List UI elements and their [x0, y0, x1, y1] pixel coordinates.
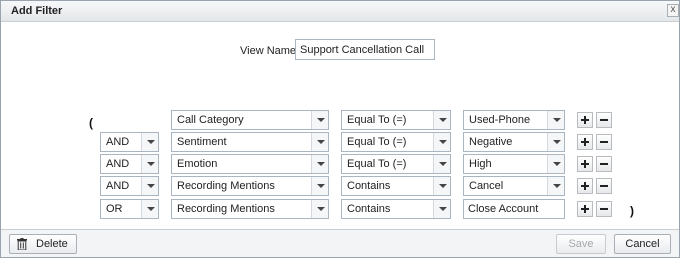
chevron-down-icon — [547, 111, 564, 129]
remove-condition-button[interactable] — [596, 112, 612, 128]
trash-icon — [17, 238, 27, 250]
comparison-select-value: Equal To (=) — [347, 158, 407, 170]
close-paren: ) — [630, 204, 634, 218]
chevron-down-icon — [141, 200, 158, 218]
save-button[interactable]: Save — [556, 234, 606, 254]
remove-condition-button[interactable] — [596, 178, 612, 194]
add-condition-button[interactable] — [577, 156, 593, 172]
chevron-down-icon — [433, 155, 450, 173]
add-condition-button[interactable] — [577, 112, 593, 128]
remove-condition-button[interactable] — [596, 134, 612, 150]
operator-select[interactable]: AND — [100, 132, 159, 152]
add-condition-button[interactable] — [577, 178, 593, 194]
comparison-select-value: Contains — [347, 180, 391, 192]
comparison-select[interactable]: Equal To (=) — [341, 132, 451, 152]
cancel-button[interactable]: Cancel — [614, 234, 671, 254]
operator-select-value: AND — [106, 180, 130, 192]
add-filter-dialog: Add Filter x View Name: ( ) Call Categor… — [0, 0, 680, 258]
operator-select-value: AND — [106, 158, 130, 170]
chevron-down-icon — [311, 133, 328, 151]
operator-select[interactable]: AND — [100, 154, 159, 174]
value-select-value: Cancel — [469, 180, 504, 192]
value-select[interactable]: Used-Phone — [463, 110, 565, 130]
operator-select-value: OR — [106, 203, 123, 215]
field-select[interactable]: Call Category — [171, 110, 329, 130]
field-select-value: Recording Mentions — [177, 203, 275, 215]
add-condition-button[interactable] — [577, 201, 593, 217]
chevron-down-icon — [433, 200, 450, 218]
value-select[interactable]: Cancel — [463, 176, 565, 196]
field-select-value: Recording Mentions — [177, 180, 275, 192]
chevron-down-icon — [311, 155, 328, 173]
field-select[interactable]: Sentiment — [171, 132, 329, 152]
chevron-down-icon — [433, 111, 450, 129]
view-name-label: View Name: — [240, 45, 300, 57]
dialog-titlebar: Add Filter x — [1, 1, 679, 22]
operator-select-value: AND — [106, 136, 130, 148]
chevron-down-icon — [311, 111, 328, 129]
open-paren: ( — [89, 116, 93, 130]
value-select[interactable]: Negative — [463, 132, 565, 152]
operator-select[interactable]: OR — [100, 199, 159, 219]
view-name-input[interactable] — [295, 39, 435, 60]
comparison-select-value: Equal To (=) — [347, 114, 407, 126]
comparison-select-value: Contains — [347, 203, 391, 215]
remove-condition-button[interactable] — [596, 156, 612, 172]
field-select-value: Emotion — [177, 158, 218, 170]
delete-label: Delete — [36, 238, 68, 250]
delete-button[interactable]: Delete — [9, 234, 77, 254]
close-button[interactable]: x — [667, 4, 679, 17]
close-icon: x — [670, 4, 676, 15]
field-select[interactable]: Recording Mentions — [171, 176, 329, 196]
field-select[interactable]: Emotion — [171, 154, 329, 174]
value-select-value: Negative — [469, 136, 513, 148]
comparison-select-value: Equal To (=) — [347, 136, 407, 148]
dialog-title: Add Filter — [11, 5, 63, 17]
dialog-footer: Delete Save Cancel — [1, 229, 679, 257]
value-text-input[interactable]: Close Account — [463, 199, 565, 219]
value-select-value: High — [469, 158, 492, 170]
comparison-select[interactable]: Equal To (=) — [341, 154, 451, 174]
chevron-down-icon — [547, 155, 564, 173]
chevron-down-icon — [433, 177, 450, 195]
chevron-down-icon — [433, 133, 450, 151]
chevron-down-icon — [141, 177, 158, 195]
remove-condition-button[interactable] — [596, 201, 612, 217]
chevron-down-icon — [311, 177, 328, 195]
field-select-value: Call Category — [177, 114, 244, 126]
chevron-down-icon — [547, 133, 564, 151]
field-select-value: Sentiment — [177, 136, 227, 148]
add-condition-button[interactable] — [577, 134, 593, 150]
chevron-down-icon — [141, 155, 158, 173]
chevron-down-icon — [547, 177, 564, 195]
value-select[interactable]: High — [463, 154, 565, 174]
chevron-down-icon — [141, 133, 158, 151]
field-select[interactable]: Recording Mentions — [171, 199, 329, 219]
chevron-down-icon — [311, 200, 328, 218]
comparison-select[interactable]: Contains — [341, 176, 451, 196]
operator-select[interactable]: AND — [100, 176, 159, 196]
value-select-value: Used-Phone — [469, 114, 531, 126]
comparison-select[interactable]: Contains — [341, 199, 451, 219]
comparison-select[interactable]: Equal To (=) — [341, 110, 451, 130]
